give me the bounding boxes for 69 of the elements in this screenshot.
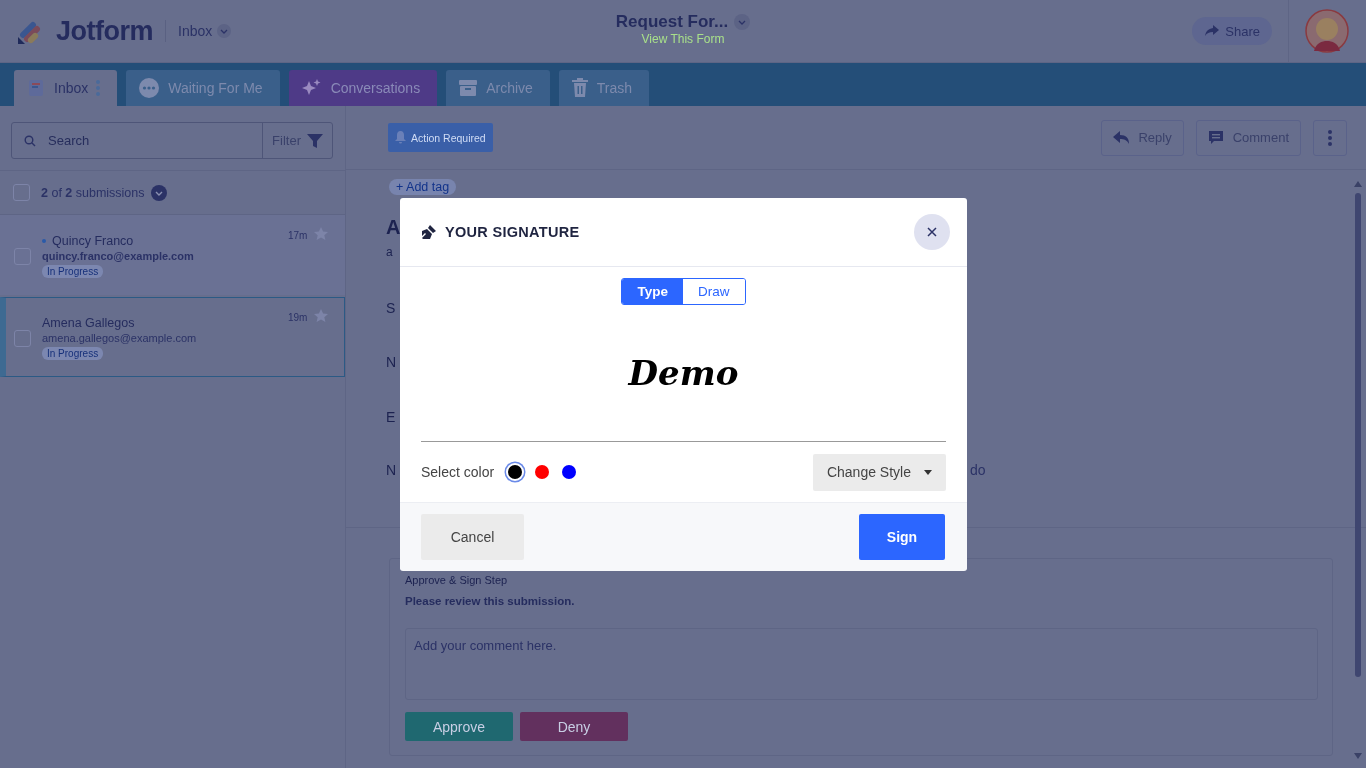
inbox-icon: [26, 78, 46, 98]
pen-icon: [421, 224, 437, 240]
detail-text: a: [386, 245, 393, 259]
submission-count: 2 of 2 submissions: [41, 185, 145, 200]
status-tag: In Progress: [42, 347, 104, 360]
trash-icon: [570, 78, 589, 98]
search-field[interactable]: Search: [46, 132, 230, 149]
comment-field[interactable]: Add your comment here.: [405, 628, 1318, 700]
more-options-icon: [1328, 128, 1332, 147]
submitter-email: amena.gallegos@example.com: [42, 332, 198, 344]
tab[interactable]: Inbox: [14, 70, 118, 106]
action-required-tag: Action Required: [388, 123, 493, 152]
section-dropdown[interactable]: Inbox: [178, 23, 232, 39]
color-swatch[interactable]: [562, 465, 577, 479]
cancel-button[interactable]: Cancel: [421, 514, 524, 560]
detail-text: E: [386, 409, 396, 425]
star-icon[interactable]: [314, 309, 329, 323]
time-label: 17m: [288, 230, 308, 241]
tab[interactable]: Waiting For Me: [126, 70, 280, 106]
deny-button[interactable]: Deny: [520, 712, 628, 741]
color-swatch[interactable]: [508, 465, 523, 479]
avatar-icon[interactable]: [1305, 9, 1349, 53]
add-tag-button[interactable]: + Add tag: [389, 179, 457, 195]
logo-text[interactable]: Jotform: [56, 15, 153, 47]
row-checkbox[interactable]: [14, 330, 31, 347]
detail-text: do: [970, 462, 986, 478]
bell-icon: [395, 131, 406, 144]
detail-text: A: [386, 216, 401, 239]
more-options-button[interactable]: [1313, 119, 1347, 156]
approve-button[interactable]: Approve: [405, 712, 513, 741]
submission-item[interactable]: Quincy Franco quincy.franco@example.com In Progress 17m: [0, 215, 345, 295]
tab[interactable]: Conversations: [288, 70, 438, 106]
step-label: Approve & Sign Step: [405, 574, 509, 586]
detail-text: N: [386, 462, 397, 478]
dialog-title: YOUR SIGNATURE: [445, 224, 580, 240]
close-icon: [927, 227, 937, 237]
mode-tab[interactable]: Type: [622, 279, 683, 304]
form-title[interactable]: Request For...: [615, 12, 729, 32]
search-icon: [24, 134, 36, 147]
color-swatch[interactable]: [535, 465, 550, 479]
sign-button[interactable]: Sign: [859, 514, 945, 560]
tab[interactable]: Archive: [446, 70, 550, 106]
submitter-name: Quincy Franco: [52, 234, 134, 248]
speech-bubble-icon: [1207, 129, 1224, 146]
view-form-link[interactable]: View This Form: [641, 32, 725, 46]
signature-text: Demo: [628, 353, 739, 393]
change-style-button[interactable]: Change Style: [812, 453, 946, 491]
status-tag: In Progress: [42, 265, 104, 278]
close-button[interactable]: [914, 214, 950, 250]
chevron-down-icon[interactable]: [150, 184, 167, 201]
color-label: Select color: [421, 464, 495, 480]
chevron-down-icon[interactable]: [217, 24, 232, 38]
detail-text: S: [386, 300, 396, 316]
caret-icon: [924, 469, 932, 475]
detail-text: N: [386, 354, 397, 370]
submitter-email: quincy.franco@example.com: [42, 250, 195, 262]
submitter-name: Amena Gallegos: [42, 316, 135, 330]
chevron-down-icon[interactable]: [734, 14, 751, 30]
review-message: Please review this submission.: [405, 595, 576, 607]
funnel-icon: [307, 132, 323, 149]
select-all-checkbox[interactable]: [13, 184, 30, 201]
signature-pad[interactable]: Demo: [421, 305, 946, 442]
share-arrow-icon: [1204, 24, 1221, 38]
reply-arrow-icon: [1113, 130, 1130, 145]
more-options-icon[interactable]: [96, 79, 101, 97]
tab[interactable]: Trash: [558, 70, 650, 106]
scrollbar[interactable]: [1353, 179, 1363, 761]
ellipsis-icon: [138, 77, 161, 99]
archive-box-icon: [458, 78, 479, 98]
